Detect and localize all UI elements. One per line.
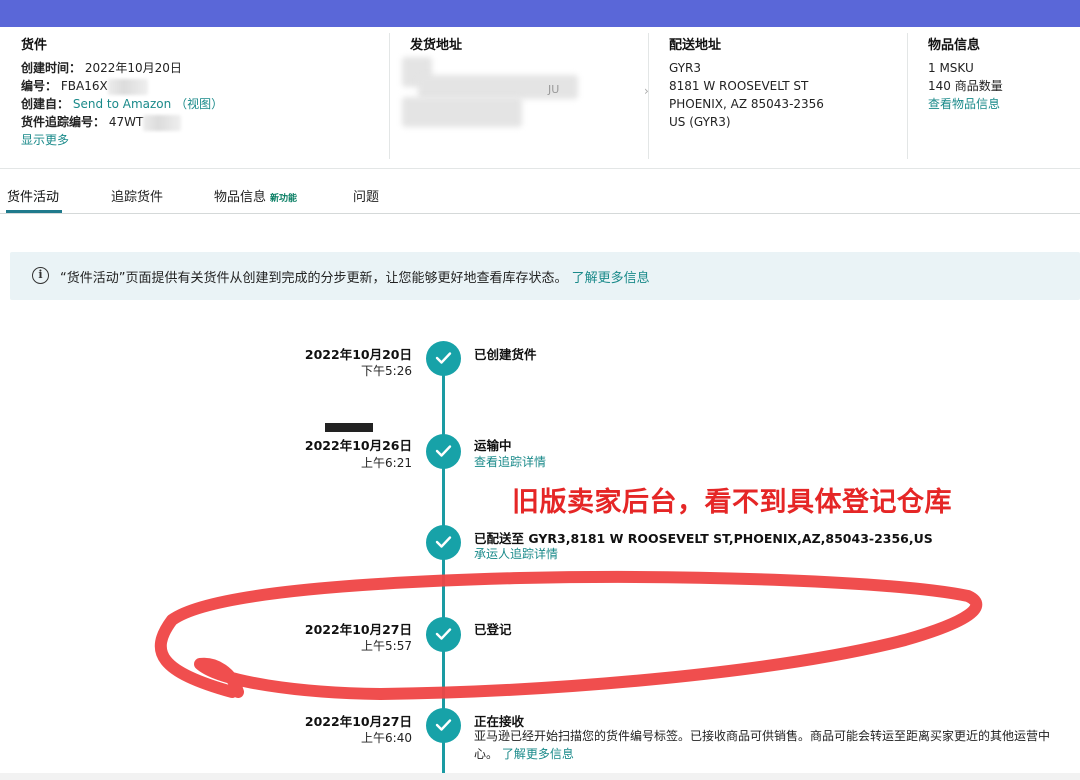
redacted-block	[402, 97, 522, 127]
check-circle-icon	[426, 708, 461, 743]
items-title: 物品信息	[928, 38, 981, 53]
unit-quantity: 140 商品数量	[928, 79, 1003, 93]
redacted-id	[107, 78, 148, 95]
creator-value[interactable]: Send to Amazon	[73, 97, 171, 111]
event-date: 2022年10月27日	[304, 714, 412, 729]
tracking-row: 货件追踪编号： 47WT	[21, 113, 361, 131]
redacted-tracking	[143, 114, 182, 131]
column-divider	[389, 33, 390, 159]
event-title: 运输中	[474, 438, 512, 453]
ship-to-line: PHOENIX, AZ 85043-2356	[669, 97, 824, 111]
ship-to-line: 8181 W ROOSEVELT ST	[669, 79, 809, 93]
id-label: 编号：	[21, 79, 58, 93]
shipment-column: 货件 创建时间： 2022年10月20日 编号： FBA16X 创建自： Sen…	[21, 37, 361, 159]
notice-text-container: “货件活动”页面提供有关货件从创建到完成的分步更新，让您能够更好地查看库存状态。…	[60, 267, 650, 286]
id-row: 编号： FBA16X	[21, 77, 361, 95]
created-row: 创建时间： 2022年10月20日	[21, 59, 361, 77]
tab-problems[interactable]: 问题	[353, 186, 379, 205]
tracking-value: 47WT	[108, 115, 144, 129]
creator-view-link[interactable]: （视图）	[175, 97, 223, 111]
event-description: 亚马逊已经开始扫描您的货件编号标签。已接收商品可供销售。商品可能会转运至距离买家…	[474, 727, 1054, 763]
event-title: 已登记	[474, 622, 512, 637]
view-items-link[interactable]: 查看物品信息	[928, 97, 1000, 111]
column-divider	[907, 33, 908, 159]
show-more-link[interactable]: 显示更多	[21, 133, 69, 147]
event-date: 2022年10月27日	[304, 622, 412, 637]
creator-label: 创建自：	[21, 97, 70, 111]
tracking-label: 货件追踪编号：	[21, 115, 106, 129]
notice-learn-more-link[interactable]: 了解更多信息	[572, 271, 650, 286]
new-feature-badge: 新功能	[270, 194, 298, 204]
event-time: 上午6:21	[361, 456, 412, 470]
ship-to-column: 配送地址 GYR3 8181 W ROOSEVELT ST PHOENIX, A…	[669, 37, 899, 159]
created-value: 2022年10月20日	[84, 61, 182, 75]
tab-track-shipment[interactable]: 追踪货件	[111, 186, 163, 205]
shipment-summary-panel: 货件 创建时间： 2022年10月20日 编号： FBA16X 创建自： Sen…	[0, 27, 1080, 169]
receiving-learn-more-link[interactable]: 了解更多信息	[502, 747, 574, 761]
event-date: 2022年10月26日	[304, 438, 412, 453]
check-circle-icon	[426, 434, 461, 469]
active-tab-indicator	[6, 210, 62, 213]
event-title: 已创建货件	[474, 347, 537, 362]
ship-to-title: 配送地址	[669, 38, 722, 53]
carrier-tracking-details-link[interactable]: 承运人追踪详情	[474, 545, 558, 562]
column-divider	[648, 33, 649, 159]
notice-text: “货件活动”页面提供有关货件从创建到完成的分步更新，让您能够更好地查看库存状态。	[60, 271, 568, 286]
created-label: 创建时间：	[21, 61, 82, 75]
view-tracking-details-link[interactable]: 查看追踪详情	[474, 453, 546, 470]
bottom-strip	[0, 773, 1080, 780]
ship-to-line: GYR3	[669, 61, 702, 75]
event-time: 上午6:40	[361, 731, 412, 745]
check-circle-icon	[426, 617, 461, 652]
event-time: 下午5:26	[361, 364, 412, 378]
ship-to-line: US (GYR3)	[669, 115, 731, 129]
info-icon: i	[32, 267, 49, 284]
ship-from-fragment: JU	[548, 83, 560, 96]
check-circle-icon	[426, 341, 461, 376]
tab-item-info-label: 物品信息	[214, 190, 267, 205]
id-value: FBA16X	[60, 79, 108, 93]
annotation-text: 旧版卖家后台，看不到具体登记仓库	[512, 487, 952, 518]
items-column: 物品信息 1 MSKU 140 商品数量 查看物品信息	[928, 37, 1078, 159]
tab-bar: 货件活动 追踪货件 物品信息 新功能 问题	[0, 170, 1080, 214]
tab-item-info[interactable]: 物品信息 新功能	[214, 186, 297, 205]
show-more-row: 显示更多	[21, 131, 361, 149]
ship-from-title: 发货地址	[410, 38, 463, 53]
top-bar	[0, 0, 1080, 27]
shipment-title: 货件	[21, 38, 48, 53]
creator-row: 创建自： Send to Amazon （视图）	[21, 95, 361, 113]
check-circle-icon	[426, 525, 461, 560]
event-time: 上午5:57	[361, 639, 412, 653]
msku-count: 1 MSKU	[928, 61, 974, 75]
event-date: 2022年10月20日	[304, 347, 412, 362]
info-notice: i “货件活动”页面提供有关货件从创建到完成的分步更新，让您能够更好地查看库存状…	[10, 252, 1080, 300]
redaction-bar	[325, 423, 373, 432]
tab-shipment-activity[interactable]: 货件活动	[7, 186, 59, 205]
